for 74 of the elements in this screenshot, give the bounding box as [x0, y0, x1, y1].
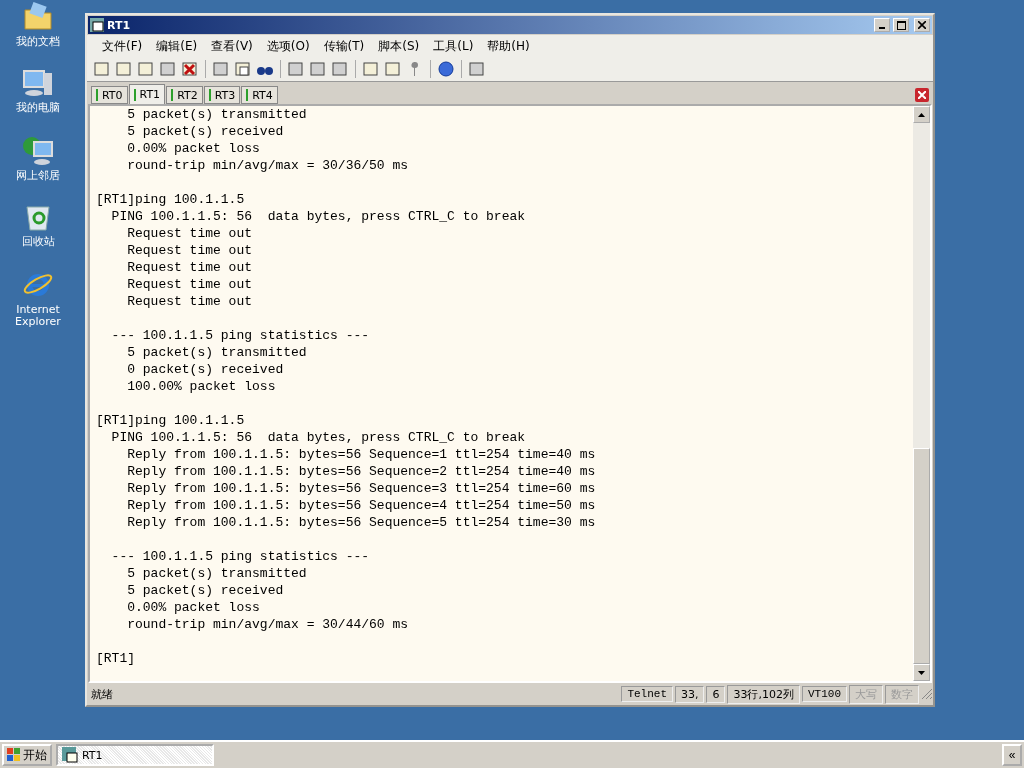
session-tab[interactable]: RT2 — [166, 86, 203, 104]
scroll-thumb[interactable] — [913, 448, 930, 664]
status-field: 33行,102列 — [727, 684, 800, 704]
terminal-line: 0 packet(s) received — [126, 361, 285, 378]
terminal-line: Request time out — [126, 259, 254, 276]
terminal-line: Request time out — [126, 242, 254, 259]
desktop-icon-label[interactable]: 网上邻居 — [8, 170, 68, 182]
down-arrow-icon[interactable] — [918, 670, 925, 675]
terminal-line: Reply from 100.1.1.5: bytes=56 Sequence=3 ttl=254 time=60 ms — [126, 480, 597, 497]
menu-item[interactable]: 选项(O) — [259, 37, 317, 55]
network-computer-icon — [22, 134, 54, 166]
window-title: RT1 — [107, 18, 132, 32]
terminal-line: Request time out — [126, 225, 254, 242]
desktop-icon-label[interactable]: 我的文档 — [8, 36, 68, 48]
terminal-line: [RT1]ping 100.1.1.5 — [96, 412, 246, 429]
terminal-line: Request time out — [126, 276, 254, 293]
scroll-down-button[interactable] — [913, 664, 930, 681]
terminal-line: Reply from 100.1.1.5: bytes=56 Sequence=4 ttl=254 time=50 ms — [126, 497, 597, 514]
menu-item[interactable]: 文件(F) — [95, 37, 150, 55]
menu-item[interactable]: 传输(T) — [316, 37, 372, 55]
menu-item[interactable]: 查看(V) — [204, 37, 260, 55]
status-field: 数字 — [885, 684, 919, 704]
terminal-line: --- 100.1.1.5 ping statistics --- — [110, 327, 371, 344]
computer-icon — [22, 68, 54, 98]
session-tab[interactable]: RT4 — [241, 86, 278, 104]
session-tab[interactable]: RT3 — [203, 86, 241, 104]
terminal-line: [RT1]ping 100.1.1.5 — [96, 191, 246, 208]
windows-logo-icon — [7, 748, 21, 762]
menu-item[interactable]: 帮助(H) — [480, 37, 537, 55]
status-field: VT100 — [802, 686, 847, 702]
terminal-line: Request time out — [126, 293, 254, 310]
window-app-icon — [62, 747, 78, 763]
desktop-icon-label[interactable]: Internet Explorer — [8, 304, 68, 328]
terminal-line: 5 packet(s) transmitted — [126, 106, 308, 123]
status-field: 6 — [706, 685, 726, 703]
terminal-line: 100.00% packet loss — [126, 378, 277, 395]
terminal-line: PING 100.1.1.5: 56 data bytes, press CTRL_C to break — [110, 208, 527, 225]
terminal-line: 5 packet(s) received — [126, 582, 285, 599]
terminal-line: --- 100.1.1.5 ping statistics --- — [110, 548, 371, 565]
status-field: 33, — [675, 685, 705, 703]
menu-item[interactable]: 工具(L) — [426, 37, 481, 55]
terminal-line: Reply from 100.1.1.5: bytes=56 Sequence=2 ttl=254 time=40 ms — [126, 463, 597, 480]
minimize-button[interactable] — [874, 18, 890, 32]
menu-item[interactable]: 脚本(S) — [371, 37, 427, 55]
close-icon[interactable] — [918, 21, 926, 29]
close-button[interactable] — [914, 18, 930, 32]
session-tab[interactable]: RT1 — [128, 84, 166, 104]
terminal-line: 5 packet(s) transmitted — [126, 344, 308, 361]
terminal-line: PING 100.1.1.5: 56 data bytes, press CTRL_C to break — [110, 429, 527, 446]
show-tray-button[interactable]: « — [1002, 744, 1022, 766]
terminal-line: Reply from 100.1.1.5: bytes=56 Sequence=5 ttl=254 time=30 ms — [126, 514, 597, 531]
terminal-line: 0.00% packet loss — [126, 140, 261, 157]
resize-grip-icon[interactable] — [921, 688, 933, 700]
scroll-up-button[interactable] — [913, 106, 930, 123]
session-tab[interactable]: RT0 — [91, 86, 128, 104]
scrollbar[interactable] — [913, 106, 930, 681]
up-arrow-icon[interactable] — [918, 112, 925, 117]
terminal-line: 0.00% packet loss — [126, 599, 261, 616]
menu-item[interactable]: 编辑(E) — [149, 37, 205, 55]
desktop-icon-label[interactable]: 回收站 — [8, 236, 68, 248]
disconnect-icon[interactable] — [181, 60, 199, 78]
window-app-icon — [90, 18, 104, 32]
terminal-line: [RT1] — [96, 650, 136, 667]
start-button[interactable]: 开始 — [2, 744, 52, 766]
terminal-line: round-trip min/avg/max = 30/44/60 ms — [126, 616, 410, 633]
terminal-line: round-trip min/avg/max = 30/36/50 ms — [126, 157, 410, 174]
terminal-line: 5 packet(s) transmitted — [126, 565, 308, 582]
desktop-icon-label[interactable]: 我的电脑 — [8, 102, 68, 114]
status-field: Telnet — [621, 686, 673, 702]
status-message: 就绪 — [91, 686, 114, 702]
terminal-line: Reply from 100.1.1.5: bytes=56 Sequence=1 ttl=254 time=40 ms — [126, 446, 597, 463]
terminal-line: 5 packet(s) received — [126, 123, 285, 140]
help-icon[interactable] — [437, 60, 455, 78]
taskbar-task[interactable]: RT1 — [56, 744, 214, 766]
